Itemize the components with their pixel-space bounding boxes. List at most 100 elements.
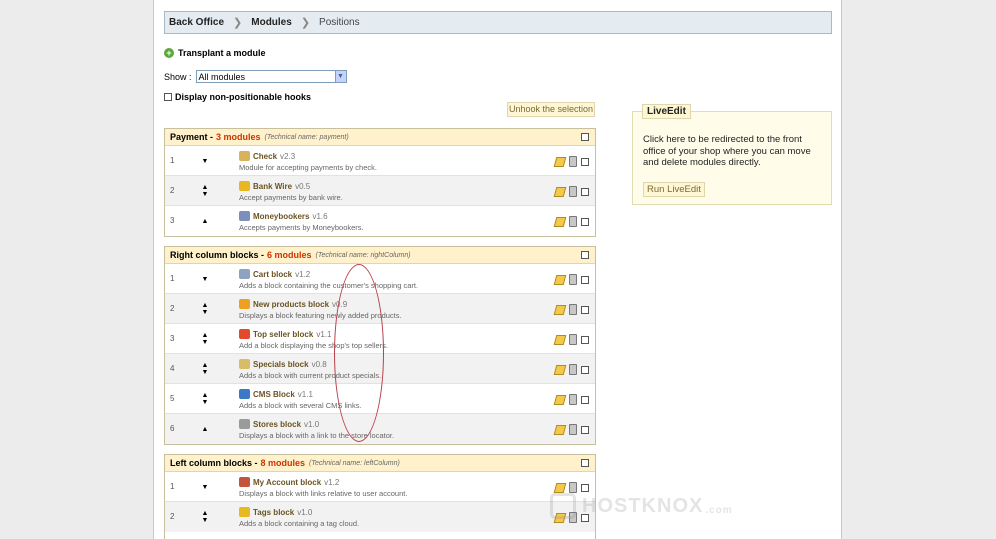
hook-select-all-checkbox[interactable] xyxy=(581,459,589,467)
unhook-selection-button[interactable]: Unhook the selection xyxy=(507,102,595,117)
module-checkbox[interactable] xyxy=(581,187,589,196)
edit-icon[interactable] xyxy=(553,216,567,227)
module-actions xyxy=(553,216,589,227)
module-info: Tags block v1.0 Adds a block containing a … xyxy=(239,507,359,528)
move-up-icon[interactable]: ▲ xyxy=(202,362,209,369)
trash-icon[interactable] xyxy=(569,394,577,405)
move-down-icon[interactable]: ▼ xyxy=(202,399,209,406)
move-arrows[interactable]: ▲ ▼ xyxy=(198,331,212,347)
edit-icon[interactable] xyxy=(553,482,567,493)
move-up-icon[interactable]: ▲ xyxy=(202,302,209,309)
edit-icon[interactable] xyxy=(553,394,567,405)
move-up-icon[interactable]: ▲ xyxy=(202,392,209,399)
module-checkbox[interactable] xyxy=(581,305,589,314)
module-checkbox[interactable] xyxy=(581,395,589,404)
liveedit-description[interactable]: Click here to be redirected to the front… xyxy=(643,134,823,169)
module-version: v1.0 xyxy=(304,419,320,429)
move-arrows[interactable]: ▼ xyxy=(198,153,212,169)
trash-icon[interactable] xyxy=(569,216,577,227)
move-down-icon[interactable]: ▼ xyxy=(202,517,209,524)
module-name: Moneybookers xyxy=(253,211,310,221)
run-liveedit-button[interactable]: Run LiveEdit xyxy=(643,182,705,197)
tags-icon xyxy=(239,507,250,517)
hook-header: Payment -3 modules (Technical name: payme… xyxy=(165,129,595,146)
move-arrows[interactable]: ▲ ▼ xyxy=(198,391,212,407)
hook-select-all-checkbox[interactable] xyxy=(581,133,589,141)
trash-icon[interactable] xyxy=(569,482,577,493)
trash-icon[interactable] xyxy=(569,334,577,345)
show-select[interactable]: All modules ▼ xyxy=(195,70,347,83)
trash-icon[interactable] xyxy=(569,274,577,285)
module-checkbox[interactable] xyxy=(581,335,589,344)
module-checkbox[interactable] xyxy=(581,157,589,166)
move-down-icon[interactable]: ▼ xyxy=(202,339,209,346)
module-row: 2 ▲ ▼ Bank Wire v0.5 Accept payments by bank … xyxy=(165,176,595,206)
module-position: 5 xyxy=(170,394,175,403)
edit-icon[interactable] xyxy=(553,304,567,315)
module-checkbox[interactable] xyxy=(581,217,589,226)
move-up-icon[interactable]: ▲ xyxy=(202,332,209,339)
breadcrumb-back-office[interactable]: Back Office xyxy=(169,17,224,28)
module-version: v0.8 xyxy=(311,359,327,369)
move-down-icon[interactable]: ▼ xyxy=(202,369,209,376)
move-down-icon[interactable]: ▼ xyxy=(202,191,209,198)
bank-icon xyxy=(239,181,250,191)
move-up-icon[interactable]: ▲ xyxy=(202,426,209,433)
show-select-value: All modules xyxy=(198,71,246,82)
module-name: Stores block xyxy=(253,419,302,429)
module-name: Cart block xyxy=(253,269,293,279)
watermark-suffix: .com xyxy=(705,505,733,516)
back-office-page: Back Office ❯ Modules ❯ Positions + Tran… xyxy=(153,0,842,539)
edit-icon[interactable] xyxy=(553,274,567,285)
breadcrumb-modules[interactable]: Modules xyxy=(251,17,292,28)
move-arrows[interactable]: ▲ ▼ xyxy=(198,301,212,317)
trash-icon[interactable] xyxy=(569,186,577,197)
move-arrows[interactable]: ▼ xyxy=(198,479,212,495)
move-down-icon[interactable]: ▼ xyxy=(202,276,209,283)
hook-select-all-checkbox[interactable] xyxy=(581,251,589,259)
move-arrows[interactable]: ▲ ▼ xyxy=(198,183,212,199)
transplant-module-link[interactable]: + Transplant a module xyxy=(164,48,266,58)
move-arrows[interactable]: ▲ ▼ xyxy=(198,509,212,525)
move-down-icon[interactable]: ▼ xyxy=(202,484,209,491)
move-arrows[interactable]: ▼ xyxy=(198,271,212,287)
module-position: 6 xyxy=(170,424,175,433)
move-down-icon[interactable]: ▼ xyxy=(202,309,209,316)
edit-icon[interactable] xyxy=(553,364,567,375)
module-description: Accepts payments by Moneybookers. xyxy=(239,223,364,232)
move-arrows[interactable]: ▲ ▼ xyxy=(198,361,212,377)
gear-icon xyxy=(239,419,250,429)
move-up-icon[interactable]: ▲ xyxy=(202,184,209,191)
move-up-icon[interactable]: ▲ xyxy=(202,218,209,225)
hook-technical-name: (Technical name: payment) xyxy=(264,133,349,141)
new-icon xyxy=(239,299,250,309)
trash-icon[interactable] xyxy=(569,424,577,435)
module-version: v1.2 xyxy=(295,269,311,279)
hook-technical-name: (Technical name: rightColumn) xyxy=(315,251,411,259)
trash-icon[interactable] xyxy=(569,364,577,375)
edit-icon[interactable] xyxy=(553,424,567,435)
module-checkbox[interactable] xyxy=(581,425,589,434)
module-name: My Account block xyxy=(253,477,322,487)
non-positionable-toggle[interactable]: Display non-positionable hooks xyxy=(164,92,311,102)
edit-icon[interactable] xyxy=(553,186,567,197)
module-position: 3 xyxy=(170,216,175,225)
check-icon xyxy=(239,151,250,161)
module-row: 2 ▲ ▼ Tags block v1.0 Adds a block containing… xyxy=(165,502,595,532)
trash-icon[interactable] xyxy=(569,304,577,315)
module-checkbox[interactable] xyxy=(581,483,589,492)
module-description: Module for accepting payments by check. xyxy=(239,163,377,172)
trash-icon[interactable] xyxy=(569,156,577,167)
move-arrows[interactable]: ▲ xyxy=(198,421,212,437)
edit-icon[interactable] xyxy=(553,334,567,345)
edit-icon[interactable] xyxy=(553,156,567,167)
module-description: Adds a block containing a tag cloud. xyxy=(239,519,360,528)
module-checkbox[interactable] xyxy=(581,275,589,284)
move-down-icon[interactable]: ▼ xyxy=(202,158,209,165)
non-positionable-checkbox[interactable] xyxy=(164,93,172,101)
move-arrows[interactable]: ▲ xyxy=(198,213,212,229)
module-position: 1 xyxy=(170,482,175,491)
move-up-icon[interactable]: ▲ xyxy=(202,510,209,517)
module-actions xyxy=(553,424,589,435)
module-checkbox[interactable] xyxy=(581,365,589,374)
